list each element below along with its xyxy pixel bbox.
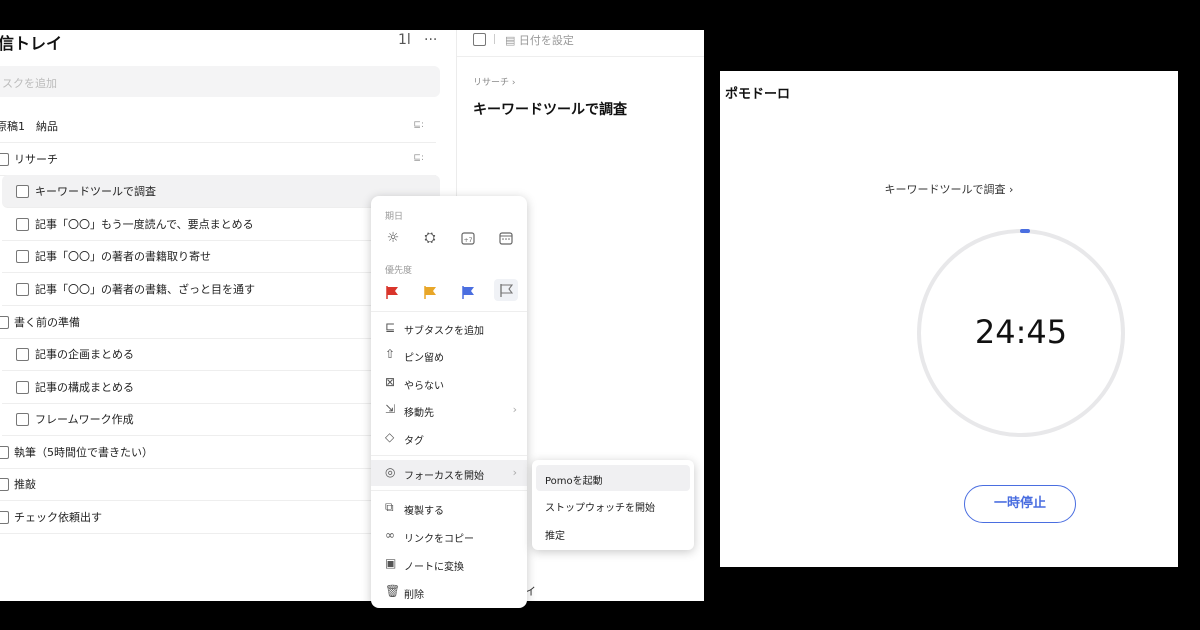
- high-priority-flag-icon[interactable]: [386, 284, 399, 299]
- move-icon: ⇲: [385, 402, 396, 416]
- pomodoro-title: ポモドーロ: [725, 87, 791, 102]
- svg-text:+7: +7: [464, 237, 473, 244]
- inbox-title: 信トレイ: [0, 34, 63, 53]
- tomorrow-icon[interactable]: ⛭: [421, 229, 439, 247]
- tag-icon: ◇: [385, 430, 395, 444]
- menu-item-convert-to-note[interactable]: ▣ ノートに変換: [371, 551, 527, 577]
- medium-priority-flag-icon[interactable]: [424, 284, 437, 299]
- date-section-label: 期日: [385, 212, 404, 222]
- chevron-right-icon: ›: [512, 466, 517, 479]
- low-priority-flag-icon[interactable]: [462, 284, 475, 299]
- task-checkbox[interactable]: [16, 413, 29, 426]
- pomodoro-panel: ポモドーロ キーワードツールで調査 › 24:45 一時停止: [720, 71, 1178, 567]
- focus-submenu: Pomoを起動 ストップウォッチを開始 推定: [532, 460, 694, 550]
- task-checkbox[interactable]: [0, 316, 9, 329]
- trash-icon: 🗑: [385, 584, 401, 598]
- menu-item-copy-link[interactable]: ∞ リンクをコピー: [371, 523, 527, 549]
- subtasks-icon: ⊑:: [413, 153, 424, 163]
- menu-divider: [371, 311, 527, 312]
- menu-item-start-focus[interactable]: ◎ フォーカスを開始 ›: [371, 460, 527, 486]
- menu-divider: [371, 455, 527, 456]
- task-checkbox[interactable]: [0, 511, 9, 524]
- detail-separator: [494, 34, 495, 44]
- task-checkbox[interactable]: [16, 250, 29, 263]
- task-checkbox[interactable]: [16, 348, 29, 361]
- focus-icon: ◎: [385, 465, 396, 479]
- task-checkbox[interactable]: [16, 185, 29, 198]
- menu-item-add-subtask[interactable]: ⊑ サブタスクを追加: [371, 315, 527, 341]
- wont-do-icon: ⊠: [385, 375, 396, 389]
- detail-title[interactable]: キーワードツールで調査: [473, 99, 627, 119]
- duplicate-icon: ⧉: [385, 500, 394, 514]
- menu-item-delete[interactable]: 🗑 削除: [371, 579, 527, 605]
- detail-checkbox[interactable]: [473, 33, 486, 46]
- task-checkbox[interactable]: [0, 478, 9, 491]
- detail-header-divider: [457, 56, 704, 57]
- task-checkbox[interactable]: [0, 446, 9, 459]
- timer-display: 24:45: [974, 313, 1068, 351]
- timer-progress-indicator: [1020, 229, 1030, 233]
- sort-icon[interactable]: 1l: [398, 32, 411, 48]
- pause-button[interactable]: 一時停止: [964, 485, 1076, 523]
- task-row[interactable]: 原稿1 納品 ⊑:: [0, 110, 436, 143]
- context-menu: 期日 ☼ ⛭ +7 優先度 ⊑ サブタスクを追加 ⇧ ピン留め ⊠ やらない ⇲…: [371, 196, 527, 608]
- task-checkbox[interactable]: [0, 153, 9, 166]
- task-row[interactable]: リサーチ ⊑:: [0, 143, 436, 176]
- next-week-icon[interactable]: +7: [459, 229, 477, 247]
- menu-item-move-to[interactable]: ⇲ 移動先 ›: [371, 397, 527, 423]
- menu-divider: [371, 490, 527, 491]
- submenu-item-start-pomo[interactable]: Pomoを起動: [536, 465, 690, 491]
- custom-date-icon[interactable]: [497, 229, 515, 247]
- set-date-button[interactable]: ▤ 日付を設定: [505, 32, 574, 48]
- menu-item-duplicate[interactable]: ⧉ 複製する: [371, 495, 527, 521]
- no-priority-button[interactable]: [494, 279, 518, 301]
- priority-section-label: 優先度: [385, 266, 413, 276]
- subtasks-icon: ⊑:: [413, 120, 424, 130]
- task-checkbox[interactable]: [16, 381, 29, 394]
- breadcrumb[interactable]: リサーチ ›: [473, 75, 515, 88]
- today-icon[interactable]: ☼: [384, 229, 402, 247]
- add-task-input[interactable]: スクを追加: [0, 66, 440, 97]
- menu-item-tag[interactable]: ◇ タグ: [371, 425, 527, 451]
- menu-item-wont-do[interactable]: ⊠ やらない: [371, 370, 527, 396]
- submenu-item-start-stopwatch[interactable]: ストップウォッチを開始: [536, 492, 690, 518]
- task-checkbox[interactable]: [16, 218, 29, 231]
- chevron-right-icon: ›: [512, 403, 517, 416]
- task-checkbox[interactable]: [16, 283, 29, 296]
- no-priority-flag-icon: [500, 284, 513, 297]
- pomodoro-task-link[interactable]: キーワードツールで調査 ›: [720, 181, 1178, 197]
- menu-item-pin[interactable]: ⇧ ピン留め: [371, 342, 527, 368]
- subtask-icon: ⊑: [385, 320, 396, 334]
- more-icon[interactable]: ···: [424, 32, 437, 48]
- add-task-placeholder: スクを追加: [2, 77, 57, 90]
- link-icon: ∞: [385, 528, 395, 542]
- pin-icon: ⇧: [385, 347, 396, 361]
- calendar-icon: ▤: [505, 34, 516, 47]
- note-icon: ▣: [385, 556, 397, 570]
- submenu-item-estimate[interactable]: 推定: [536, 520, 690, 546]
